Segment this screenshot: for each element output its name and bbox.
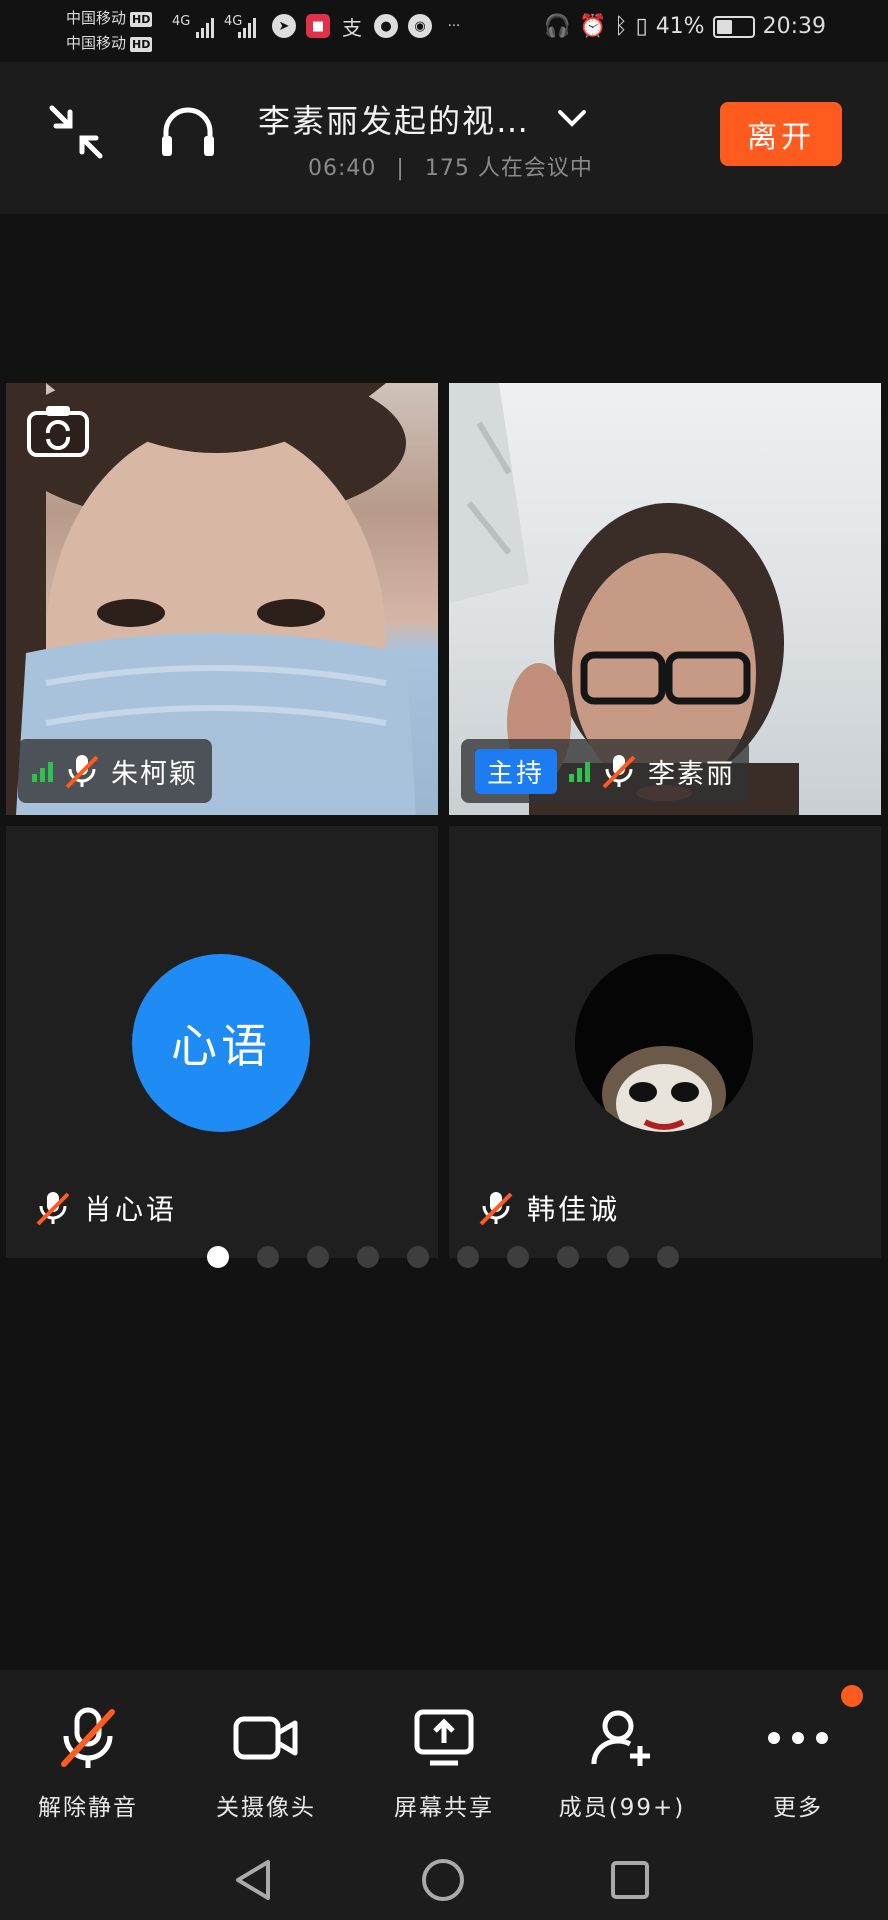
host-badge: 主持	[475, 748, 558, 794]
meeting-toolbar: 解除静音 关摄像头 屏幕共享 成员(99+) 更多	[0, 1670, 888, 1840]
battery-percent: 41%	[655, 14, 705, 39]
leave-button[interactable]: 离开	[720, 102, 842, 166]
page-dot[interactable]	[257, 1246, 279, 1268]
status-bar: 中国移动 HD 中国移动 HD 4G 4G ➤ ■ 支 ● ◉ ··· 🎧 ⏰ ᛒ …	[0, 0, 888, 62]
video-tile-4[interactable]: 韩佳诚	[449, 826, 881, 1258]
mic-muted-icon	[61, 1707, 115, 1768]
back-button[interactable]	[222, 1850, 282, 1910]
participant-name: 朱柯颖	[111, 758, 198, 790]
participant-label: 朱柯颖	[18, 739, 212, 803]
hd-badge: HD	[130, 12, 153, 27]
notification-icons: ➤ ■ 支 ● ◉ ···	[272, 14, 466, 40]
screen-share-icon	[414, 1709, 474, 1766]
battery-icon	[712, 15, 755, 38]
page-dot[interactable]	[307, 1246, 329, 1268]
chevron-down-icon	[558, 110, 587, 127]
participant-name: 肖心语	[84, 1193, 178, 1226]
system-status: 🎧 ⏰ ᛒ ▯ 41% 20:39	[544, 14, 826, 39]
alipay-icon: 支	[342, 15, 362, 40]
switch-camera-button[interactable]	[26, 403, 90, 459]
page-dot[interactable]	[207, 1246, 229, 1268]
meeting-duration: 06:40	[308, 156, 377, 181]
avatar	[575, 954, 753, 1132]
mic-muted-icon	[36, 1192, 70, 1226]
signal-strength-icon	[32, 760, 53, 782]
arrow-app-icon: ➤	[272, 14, 296, 38]
page-dot[interactable]	[657, 1246, 679, 1268]
camera-switch-icon	[27, 406, 89, 457]
message-icon: ●	[374, 14, 398, 38]
camera-label: 关摄像头	[216, 1795, 316, 1821]
members-button[interactable]: 成员(99+)	[542, 1706, 702, 1822]
more-notifications: ···	[447, 18, 461, 34]
home-circle-icon	[422, 1859, 464, 1901]
camera-button[interactable]: 关摄像头	[186, 1706, 346, 1822]
page-dot[interactable]	[507, 1246, 529, 1268]
carrier-info: 中国移动 HD 中国移动 HD	[66, 6, 153, 56]
carrier-1: 中国移动	[66, 9, 127, 27]
back-triangle-icon	[236, 1860, 270, 1900]
meeting-info: 06:40 | 175 人在会议中	[308, 150, 593, 182]
video-tile-2[interactable]: 主持 李素丽	[449, 383, 881, 815]
share-label: 屏幕共享	[394, 1795, 494, 1821]
video-tile-3[interactable]: 心语 肖心语	[6, 826, 438, 1258]
share-screen-button[interactable]: 屏幕共享	[364, 1706, 524, 1822]
network-type: 4G	[172, 14, 191, 29]
members-label: 成员(99+)	[558, 1795, 686, 1821]
mic-muted-icon	[65, 755, 99, 789]
more-button[interactable]: 更多	[718, 1706, 878, 1822]
mic-muted-icon	[479, 1192, 513, 1226]
headphones-icon	[162, 107, 214, 156]
page-dot[interactable]	[607, 1246, 629, 1268]
meeting-title-dropdown[interactable]: 李素丽发起的视…	[258, 96, 592, 142]
page-dot[interactable]	[407, 1246, 429, 1268]
participant-name: 韩佳诚	[527, 1193, 621, 1226]
bluetooth-icon: ᛒ	[614, 14, 628, 39]
participant-name: 李素丽	[648, 758, 736, 790]
mic-muted-icon	[602, 755, 636, 789]
page-indicator	[207, 1246, 679, 1268]
recents-button[interactable]	[600, 1850, 660, 1910]
signal-icon	[196, 18, 214, 38]
separator: |	[396, 156, 405, 181]
video-camera-icon	[233, 1716, 298, 1760]
signal-strength-icon	[569, 760, 591, 782]
clock: 20:39	[762, 14, 826, 39]
notification-dot	[841, 1685, 863, 1707]
recents-square-icon	[611, 1861, 649, 1899]
participant-label: 肖心语	[36, 1188, 177, 1228]
avatar-photo	[575, 954, 753, 1132]
alarm-icon: ⏰	[578, 14, 607, 39]
meeting-title: 李素丽发起的视…	[258, 102, 531, 140]
system-nav-bar	[0, 1840, 888, 1920]
page-dot[interactable]	[357, 1246, 379, 1268]
video-app-icon: ■	[306, 14, 330, 38]
meeting-header: 李素丽发起的视… 06:40 | 175 人在会议中 离开	[0, 62, 888, 214]
vibrate-icon: ▯	[635, 14, 648, 39]
participant-label: 韩佳诚	[479, 1188, 620, 1228]
home-button[interactable]	[413, 1850, 473, 1910]
page-dot[interactable]	[457, 1246, 479, 1268]
more-dots-icon	[768, 1732, 828, 1744]
video-tile-1[interactable]: 朱柯颖	[6, 383, 438, 815]
headset-icon: 🎧	[543, 14, 571, 39]
hd-badge: HD	[130, 37, 153, 52]
unmute-label: 解除静音	[38, 1795, 138, 1821]
participant-label: 主持 李素丽	[461, 739, 750, 803]
wechat-icon: ◉	[408, 14, 432, 38]
minimize-icon	[49, 105, 103, 159]
unmute-button[interactable]: 解除静音	[8, 1706, 168, 1822]
page-dot[interactable]	[557, 1246, 579, 1268]
add-member-icon	[591, 1710, 650, 1766]
avatar: 心语	[132, 954, 310, 1132]
audio-output-button[interactable]	[158, 102, 218, 162]
more-label: 更多	[773, 1795, 823, 1821]
carrier-2: 中国移动	[66, 34, 127, 52]
signal-icon	[238, 18, 256, 38]
participant-count: 175 人在会议中	[424, 156, 593, 181]
minimize-button[interactable]	[46, 102, 106, 162]
